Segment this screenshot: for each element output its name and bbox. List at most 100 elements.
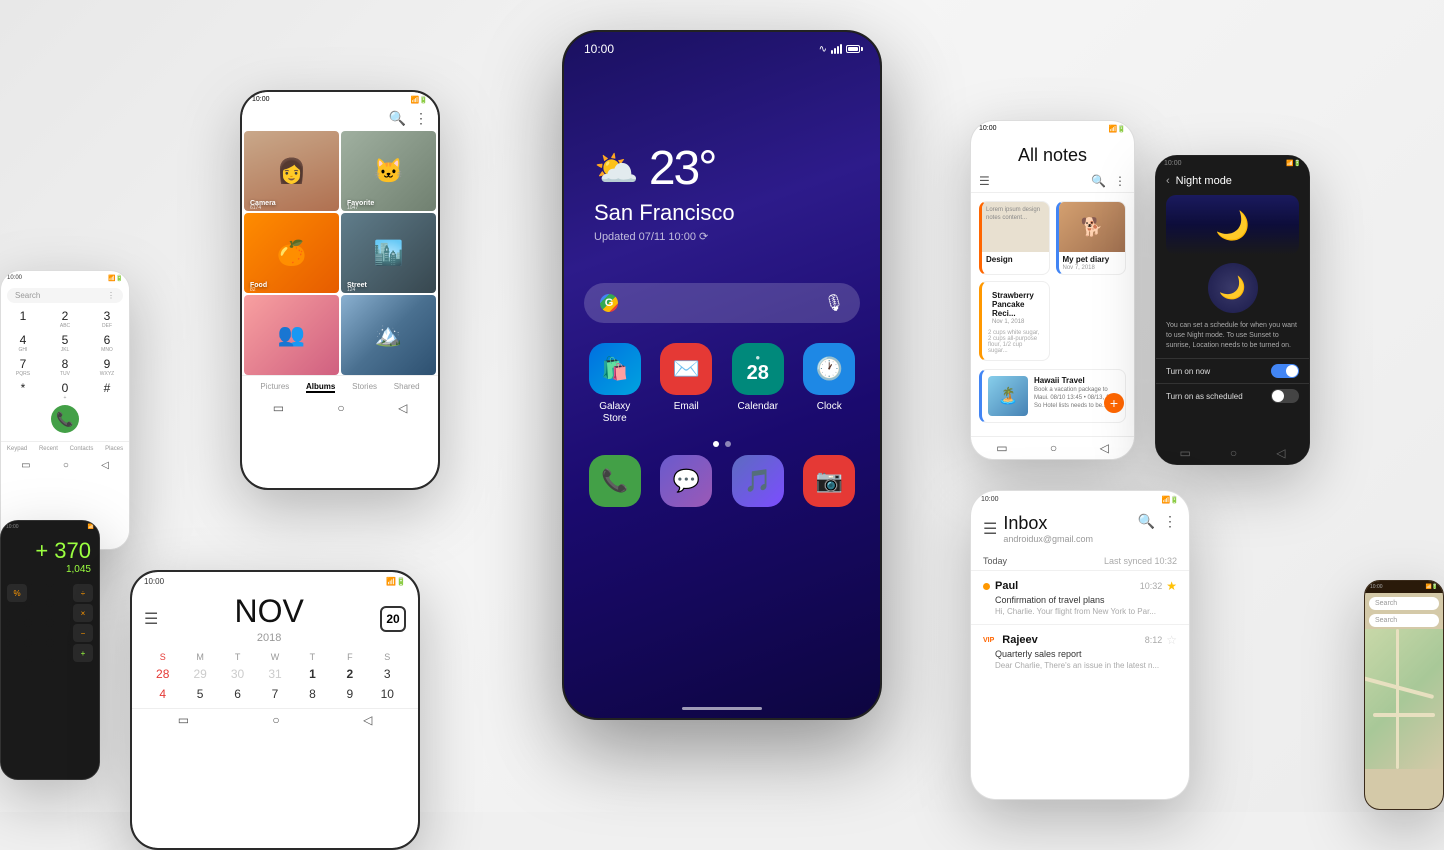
signal-bars — [831, 44, 842, 54]
cal-day-10[interactable]: 10 — [369, 684, 406, 704]
dialer-key-3[interactable]: 3DEF — [93, 309, 121, 329]
calc-empty5 — [51, 604, 71, 622]
email-menu-icon[interactable]: ☰ — [983, 519, 997, 539]
app-camera-bottom[interactable]: 📷 — [799, 455, 859, 507]
calc-plus[interactable]: + — [73, 644, 93, 662]
cal-day-4[interactable]: 4 — [144, 684, 181, 704]
night-toggle-now[interactable] — [1271, 364, 1299, 378]
tab-albums[interactable]: Albums — [306, 382, 335, 393]
dialer-key-5[interactable]: 5JKL — [51, 333, 79, 353]
notes-card-pancake[interactable]: Strawberry Pancake Reci... Nov 1, 2018 2… — [979, 281, 1050, 361]
dialer-key-2[interactable]: 2ABC — [51, 309, 79, 329]
email-search-icon[interactable]: 🔍 — [1138, 513, 1155, 530]
gallery-icons: 📶🔋 — [411, 96, 428, 104]
calc-empty2 — [51, 584, 71, 602]
tab-pictures[interactable]: Pictures — [260, 382, 289, 393]
calc-empty10 — [29, 644, 49, 662]
notes-toolbar: ☰ 🔍 ⋮ — [971, 170, 1134, 193]
cal-day-1[interactable]: 1 — [294, 664, 331, 684]
night-toggle-scheduled-label: Turn on as scheduled — [1166, 392, 1243, 401]
google-search-bar[interactable]: G 🎙 — [584, 283, 860, 323]
cal-menu-icon[interactable]: ☰ — [144, 609, 158, 629]
gallery-status: 10:00 📶🔋 — [242, 92, 438, 108]
app-phone[interactable]: 📞 — [585, 455, 645, 507]
calc-divide[interactable]: ÷ — [73, 584, 93, 602]
notes-menu-icon[interactable]: ☰ — [979, 174, 990, 188]
map-search-bar-2[interactable]: Search — [1369, 614, 1439, 627]
app-clock[interactable]: 🕐 Clock — [799, 343, 859, 425]
cal-day-6[interactable]: 6 — [219, 684, 256, 704]
gallery-thumb-camera[interactable]: 👩 Camera 6174 — [244, 131, 339, 211]
dialer-search-label: Search — [15, 291, 40, 300]
calc-empty1 — [29, 584, 49, 602]
email-paul-star[interactable]: ★ — [1166, 579, 1177, 593]
calc-multiply[interactable]: × — [73, 604, 93, 622]
gallery-thumb-mountain[interactable]: 🏔️ — [341, 295, 436, 375]
map-time: 10:00 — [1370, 584, 1383, 590]
email-inbox-info: Inbox androidux@gmail.com — [1003, 513, 1093, 544]
notes-add-button[interactable]: + — [1104, 393, 1124, 413]
dialer-status: 10:00 📶🔋 — [1, 271, 129, 286]
dialer-search[interactable]: Search ⋮ — [7, 288, 123, 303]
night-toggle-scheduled[interactable] — [1271, 389, 1299, 403]
camera-icon: 📷 — [803, 455, 855, 507]
gallery-more-icon[interactable]: ⋮ — [414, 110, 428, 127]
cal-day-7[interactable]: 7 — [256, 684, 293, 704]
gallery-search-icon[interactable]: 🔍 — [389, 110, 406, 127]
map-search-bar[interactable]: Search — [1369, 597, 1439, 610]
cal-day-5[interactable]: 5 — [181, 684, 218, 704]
notes-more-icon[interactable]: ⋮ — [1114, 174, 1126, 188]
tab-contacts[interactable]: Contacts — [70, 446, 94, 452]
gallery-thumb-street[interactable]: 🏙️ Street 124 — [341, 213, 436, 293]
email-rajeev-star[interactable]: ☆ — [1166, 633, 1177, 647]
notes-card-pet[interactable]: 🐕 My pet diary Nov 7, 2018 — [1056, 201, 1127, 275]
app-email[interactable]: ✉️ Email — [656, 343, 716, 425]
clock-label: Clock — [817, 401, 842, 413]
notes-card-design[interactable]: Lorem ipsum design notes content... Desi… — [979, 201, 1050, 275]
tab-places[interactable]: Places — [105, 446, 123, 452]
night-back-icon[interactable]: ‹ — [1166, 175, 1170, 187]
app-galaxy-store[interactable]: 🛍️ GalaxyStore — [585, 343, 645, 425]
cal-day-2[interactable]: 2 — [331, 664, 368, 684]
tab-shared[interactable]: Shared — [394, 382, 420, 393]
dialer-key-9[interactable]: 9WXYZ — [93, 357, 121, 377]
app-calendar[interactable]: ● 28 Calendar — [728, 343, 788, 425]
app-messages[interactable]: 💬 — [656, 455, 716, 507]
email-item-paul[interactable]: Paul 10:32 ★ Confirmation of travel plan… — [971, 570, 1189, 624]
dialer-key-4[interactable]: 4GHI — [9, 333, 37, 353]
gallery-thumb-favorite[interactable]: 🐱 Favorite 1047 — [341, 131, 436, 211]
email-item-rajeev[interactable]: VIP Rajeev 8:12 ☆ Quarterly sales report… — [971, 624, 1189, 678]
calc-empty7 — [29, 624, 49, 642]
cal-day-3[interactable]: 3 — [369, 664, 406, 684]
tab-recent[interactable]: Recent — [39, 446, 58, 452]
dialer-key-7[interactable]: 7PQRS — [9, 357, 37, 377]
night-scene: 🌙 — [1166, 195, 1299, 255]
dialer-key-star[interactable]: * — [9, 381, 37, 401]
dialer-key-8[interactable]: 8TUV — [51, 357, 79, 377]
wifi-icon: ∿ — [819, 44, 827, 55]
email-more-icon[interactable]: ⋮ — [1163, 513, 1177, 530]
galaxy-store-label: GalaxyStore — [599, 401, 630, 425]
tab-keypad[interactable]: Keypad — [7, 446, 27, 452]
dialer-key-1[interactable]: 1 — [9, 309, 37, 329]
calc-minus[interactable]: − — [73, 624, 93, 642]
email-vip-badge: VIP — [983, 637, 994, 644]
notes-card-pancake-date: Nov 1, 2018 — [988, 319, 1043, 328]
cal-day-9[interactable]: 9 — [331, 684, 368, 704]
dialer-key-0[interactable]: 0+ — [51, 381, 79, 401]
gallery-thumb-friends[interactable]: 👥 — [244, 295, 339, 375]
cal-day-8[interactable]: 8 — [294, 684, 331, 704]
calc-percent[interactable]: % — [7, 584, 27, 602]
app-buds[interactable]: 🎵 — [728, 455, 788, 507]
gallery-thumb-food[interactable]: 🍊 Food 82 — [244, 213, 339, 293]
tab-stories[interactable]: Stories — [352, 382, 377, 393]
notes-card-hawaii[interactable]: 🏝️ Hawaii Travel Book a vacation package… — [979, 369, 1126, 423]
notes-search-icon[interactable]: 🔍 — [1091, 174, 1106, 188]
dialer-key-hash[interactable]: # — [93, 381, 121, 401]
dialer-key-6[interactable]: 6MNO — [93, 333, 121, 353]
call-button[interactable]: 📞 — [51, 405, 79, 433]
night-toggle-scheduled-row: Turn on as scheduled — [1156, 383, 1309, 408]
email-icons: 📶🔋 — [1162, 496, 1179, 504]
calendar-label: Calendar — [737, 401, 778, 413]
cal-days: 28 29 30 31 1 2 3 4 5 6 7 8 9 10 — [132, 664, 418, 704]
